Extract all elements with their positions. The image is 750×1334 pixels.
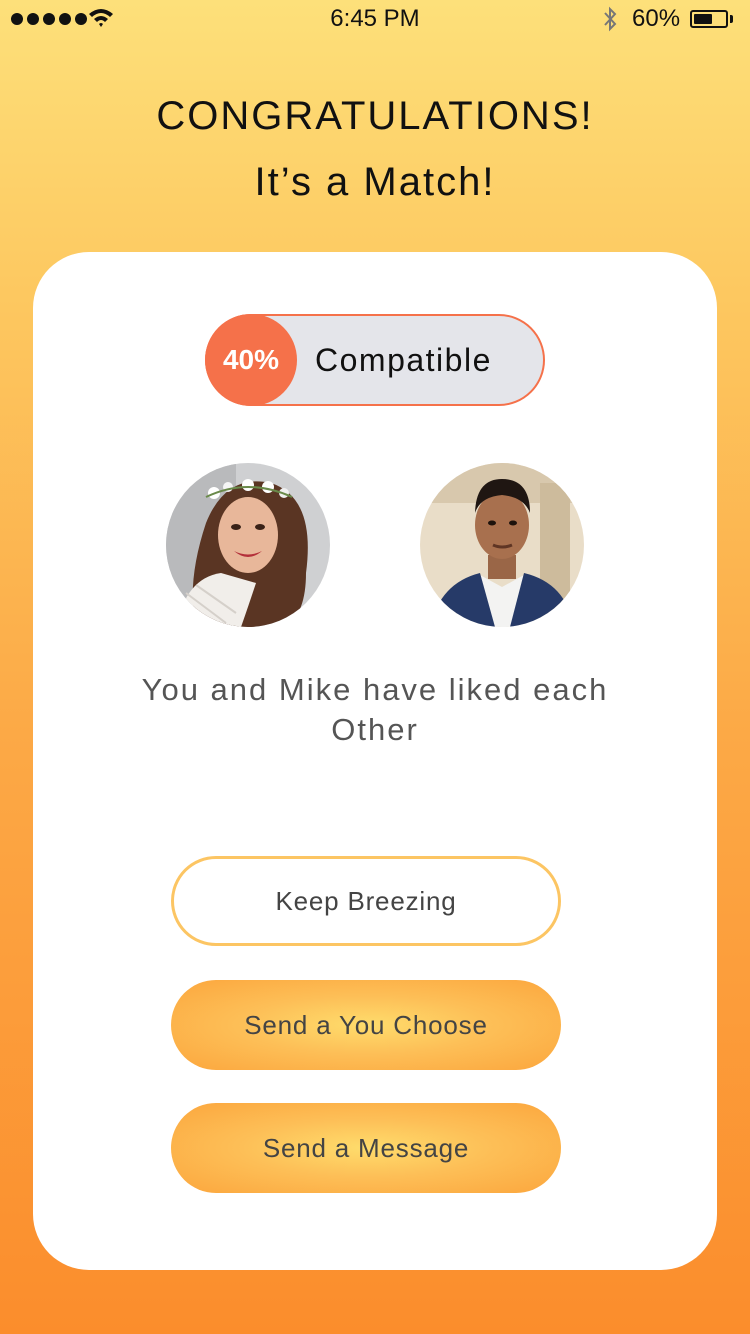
status-bar: 6:45 PM 60% (0, 0, 750, 40)
send-choose-button[interactable]: Send a You Choose (171, 980, 561, 1070)
keep-breezing-button[interactable]: Keep Breezing (171, 856, 561, 946)
user-avatar[interactable] (166, 463, 330, 627)
compatibility-percent: 40% (205, 314, 297, 406)
page-subtitle: It’s a Match! (254, 160, 496, 204)
battery-cap (730, 15, 733, 23)
compatibility-badge: 40% Compatible (205, 314, 545, 406)
bluetooth-icon (604, 6, 617, 32)
match-message: You and Mike have liked each Other (141, 672, 609, 747)
battery-percent: 60% (632, 5, 681, 32)
page-title: CONGRATULATIONS! (156, 94, 594, 138)
battery-icon (690, 10, 728, 28)
match-card: 40% Compatible You and Mike have liked e… (33, 252, 717, 1270)
compatibility-label: Compatible (315, 342, 492, 378)
battery-fill (694, 14, 712, 24)
match-avatar[interactable] (420, 463, 584, 627)
send-message-button[interactable]: Send a Message (171, 1103, 561, 1193)
